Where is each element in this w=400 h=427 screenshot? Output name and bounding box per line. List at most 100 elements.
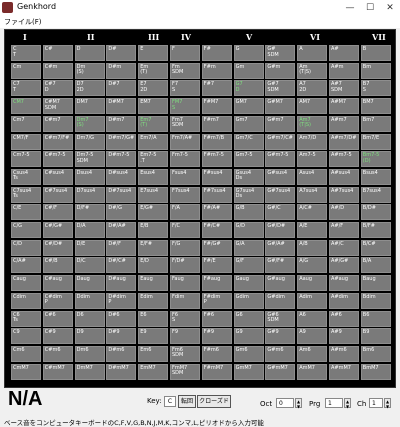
chord-cell[interactable]: F#m6 [201,345,232,362]
chord-cell[interactable]: C/G [11,222,41,238]
chord-cell[interactable]: A#6 [329,310,359,327]
chord-cell[interactable]: F#aug [201,275,232,292]
chord-cell[interactable]: F#/G# [201,239,232,256]
chord-cell[interactable]: C#/B [42,257,73,274]
chord-cell[interactable]: A#7sus4 [329,186,359,203]
chord-cell[interactable]: F#m [201,62,232,79]
chord-cell[interactable]: Cdim [11,292,41,309]
chord-cell[interactable]: D7sus4 [74,186,105,203]
chord-cell[interactable]: G#M7 [265,98,296,115]
chord-cell[interactable]: E/D [138,257,169,274]
chord-cell[interactable]: F6 S [170,310,200,327]
chord-cell[interactable]: D#6 [106,310,137,327]
chord-cell[interactable]: FmM7 SDM [170,363,200,380]
closed-voicing-button[interactable]: クローズド [197,395,231,408]
chord-cell[interactable]: G/A [233,239,264,256]
chord-cell[interactable]: D#7 [106,80,137,97]
chord-cell[interactable]: Fdim [170,292,200,309]
chord-cell[interactable]: A#m7 [329,115,359,132]
chord-cell[interactable]: B/A [360,257,391,274]
chord-cell[interactable]: D#m7 [106,115,137,132]
chord-cell[interactable]: Cm7-5 [11,151,41,168]
chord-cell[interactable]: EmM7 [138,363,169,380]
chord-cell[interactable]: E/B [138,222,169,238]
chord-cell[interactable]: E7sus4 [138,186,169,203]
chord-cell[interactable]: F/D# [170,257,200,274]
chord-cell[interactable]: Gm [233,62,264,79]
chord-cell[interactable]: GM7 [233,98,264,115]
chord-cell[interactable]: G [233,45,264,61]
chord-cell[interactable]: D#/G [106,204,137,221]
chord-cell[interactable]: Fm7 SDM [170,115,200,132]
chord-cell[interactable]: A6 [297,310,328,327]
chord-cell[interactable]: A#m6 [329,345,359,362]
chord-cell[interactable]: F/G [170,239,200,256]
chord-cell[interactable]: Dm (S) [74,62,105,79]
chord-cell[interactable]: Am7 (T|S) [297,115,328,132]
chord-cell[interactable]: C/A# [11,257,41,274]
chord-cell[interactable]: C#M7 SDM [42,98,73,115]
chord-cell[interactable]: Cm [11,62,41,79]
chord-cell[interactable]: Dm7/G [74,133,105,150]
chord-cell[interactable]: E [138,45,169,61]
chord-cell[interactable]: C#m7-5 [42,151,73,168]
chord-cell[interactable]: C#6 [42,310,73,327]
chord-cell[interactable]: Csus4 Ts [11,168,41,185]
chord-cell[interactable]: D6 [74,310,105,327]
chord-cell[interactable]: Em7/A [138,133,169,150]
chord-cell[interactable]: G6 [233,310,264,327]
chord-cell[interactable]: D# [106,45,137,61]
chord-cell[interactable]: EM7 [138,98,169,115]
chord-cell[interactable]: Gsus4 Ds [233,168,264,185]
chord-cell[interactable]: C#/D# [42,239,73,256]
chord-cell[interactable]: G7 D [233,80,264,97]
chord-cell[interactable]: Fsus4 [170,168,200,185]
chord-cell[interactable]: C# [42,45,73,61]
key-select[interactable]: C [164,396,176,407]
chord-cell[interactable]: Gm7/C [233,133,264,150]
chord-cell[interactable]: Fm6 SDM [170,345,200,362]
chord-cell[interactable]: F#m7-5 [201,151,232,168]
chord-cell[interactable]: F#mM7 [201,363,232,380]
chord-cell[interactable]: Esus4 [138,168,169,185]
chord-cell[interactable]: F#sus4 [201,168,232,185]
chord-cell[interactable]: G#/A# [265,239,296,256]
chord-cell[interactable]: G#9 [265,328,296,345]
chord-cell[interactable]: C#m7 [42,115,73,132]
chord-cell[interactable]: B [360,45,391,61]
chord-cell[interactable]: A#/F [329,222,359,238]
chord-cell[interactable]: A#7 SDM [329,80,359,97]
chord-cell[interactable]: Ddim [74,292,105,309]
chord-cell[interactable]: Bm [360,62,391,79]
prg-input[interactable]: 1 [325,398,343,408]
chord-cell[interactable]: A/E [297,222,328,238]
chord-cell[interactable]: B7sus4 [360,186,391,203]
maximize-button[interactable]: ☐ [360,0,380,16]
chord-cell[interactable]: C#7sus4 [42,186,73,203]
chord-cell[interactable]: F# [201,45,232,61]
chord-cell[interactable]: Baug [360,275,391,292]
chord-cell[interactable]: DM7 [74,98,105,115]
chord-cell[interactable]: Gm6 [233,345,264,362]
chord-cell[interactable]: G#7sus4 [265,186,296,203]
chord-cell[interactable]: B7 S [360,80,391,97]
chord-cell[interactable]: Dm7-5 SDM [74,151,105,168]
chord-cell[interactable]: A7 2D [297,80,328,97]
chord-cell[interactable]: C7 T [11,80,41,97]
chord-cell[interactable]: Bm7 [360,115,391,132]
chord-cell[interactable]: D#9 [106,328,137,345]
menu-file[interactable]: ファイル(F) [4,17,42,27]
chord-cell[interactable]: F#9 [201,328,232,345]
chord-cell[interactable]: C#m7/F# [42,133,73,150]
chord-cell[interactable]: D#m7-5 [106,151,137,168]
chord-cell[interactable]: A#/C [329,239,359,256]
chord-cell[interactable]: A [297,45,328,61]
chord-cell[interactable]: Daug [74,275,105,292]
chord-cell[interactable]: Caug [11,275,41,292]
chord-cell[interactable]: F#/C# [201,222,232,238]
chord-cell[interactable]: G#m7/C# [265,133,296,150]
oct-input[interactable]: 0 [276,398,294,408]
chord-cell[interactable]: G7sus4 Ds [233,186,264,203]
chord-cell[interactable]: A/B [297,239,328,256]
chord-cell[interactable]: C#9 [42,328,73,345]
